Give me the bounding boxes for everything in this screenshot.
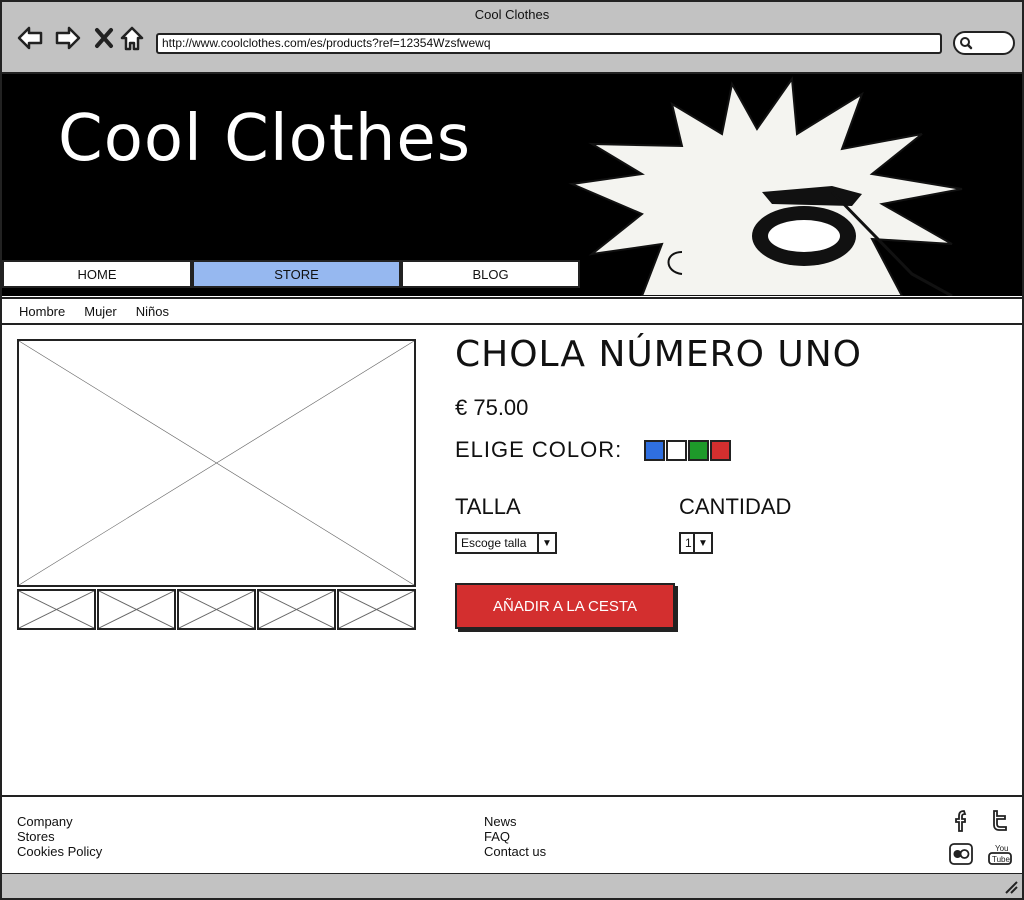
size-select[interactable]: Escoge talla ▼ — [455, 532, 557, 554]
quantity-select-value: 1 — [685, 536, 692, 550]
window-title: Cool Clothes — [474, 7, 550, 22]
color-swatch-blue[interactable] — [644, 440, 665, 461]
color-swatch-white[interactable] — [666, 440, 687, 461]
subnav-item-hombre[interactable]: Hombre — [19, 304, 65, 319]
chevron-down-icon: ▼ — [693, 534, 711, 552]
nav-store-tab[interactable]: STORE — [192, 260, 401, 288]
svg-text:You: You — [995, 844, 1009, 853]
browser-chrome: Cool Clothes http://www.coolclothes.com/… — [2, 2, 1022, 74]
product-price: € 75.00 — [455, 395, 529, 420]
add-to-cart-button[interactable]: AÑADIR A LA CESTA — [455, 583, 675, 629]
footer-link-stores[interactable]: Stores — [17, 829, 102, 844]
mascot-illustration — [568, 76, 963, 296]
site-header: Cool Clothes HOME STORE BLOG — [2, 74, 1022, 296]
footer-link-news[interactable]: News — [484, 814, 546, 829]
site-logo[interactable]: Cool Clothes — [58, 102, 471, 176]
footer-link-company[interactable]: Company — [17, 814, 102, 829]
youtube-icon[interactable]: You Tube — [985, 841, 1015, 867]
product-thumbnail[interactable] — [17, 589, 96, 630]
twitter-icon[interactable] — [985, 807, 1015, 833]
size-select-value: Escoge talla — [461, 536, 527, 550]
social-links: You Tube — [946, 807, 1015, 867]
stop-icon[interactable] — [90, 24, 118, 52]
subnav-item-mujer[interactable]: Mujer — [84, 304, 117, 319]
product-title: CHOLA NÚMERO UNO — [455, 334, 862, 375]
home-icon[interactable] — [118, 24, 146, 52]
quantity-label: CANTIDAD — [679, 494, 792, 519]
size-label: TALLA — [455, 494, 521, 519]
address-bar[interactable]: http://www.coolclothes.com/es/products?r… — [156, 33, 942, 54]
back-icon[interactable] — [16, 24, 44, 52]
footer-column-company: Company Stores Cookies Policy — [17, 814, 102, 859]
nav-home-tab[interactable]: HOME — [2, 260, 192, 288]
subnav-item-ninos[interactable]: Niños — [136, 304, 169, 319]
product-thumbnails — [17, 589, 417, 630]
footer-link-faq[interactable]: FAQ — [484, 829, 546, 844]
color-swatches — [644, 440, 732, 461]
color-swatch-green[interactable] — [688, 440, 709, 461]
product-thumbnail[interactable] — [97, 589, 176, 630]
footer-link-cookies-policy[interactable]: Cookies Policy — [17, 844, 102, 859]
svg-text:Tube: Tube — [992, 855, 1010, 864]
product-thumbnail[interactable] — [337, 589, 416, 630]
color-swatch-red[interactable] — [710, 440, 731, 461]
browser-window: Cool Clothes http://www.coolclothes.com/… — [0, 0, 1024, 900]
top-navigation: HOME STORE BLOG — [2, 260, 580, 290]
quantity-select[interactable]: 1 ▼ — [679, 532, 713, 554]
color-label: ELIGE COLOR: — [455, 437, 623, 462]
footer-link-contact-us[interactable]: Contact us — [484, 844, 546, 859]
category-subnav: Hombre Mujer Niños — [2, 297, 1022, 325]
nav-blog-tab[interactable]: BLOG — [401, 260, 580, 288]
search-icon — [960, 37, 973, 50]
browser-search-field[interactable] — [953, 31, 1015, 55]
image-placeholder-icon — [19, 341, 414, 585]
product-thumbnail[interactable] — [177, 589, 256, 630]
product-thumbnail[interactable] — [257, 589, 336, 630]
chevron-down-icon: ▼ — [537, 534, 555, 552]
browser-status-bar — [2, 874, 1022, 898]
site-footer: Company Stores Cookies Policy News FAQ C… — [2, 795, 1022, 875]
product-main-image[interactable] — [17, 339, 416, 587]
facebook-icon[interactable] — [946, 807, 976, 833]
flickr-icon[interactable] — [946, 841, 976, 867]
resize-grip-icon[interactable] — [1004, 880, 1018, 894]
footer-column-info: News FAQ Contact us — [484, 814, 546, 859]
forward-icon[interactable] — [54, 24, 82, 52]
